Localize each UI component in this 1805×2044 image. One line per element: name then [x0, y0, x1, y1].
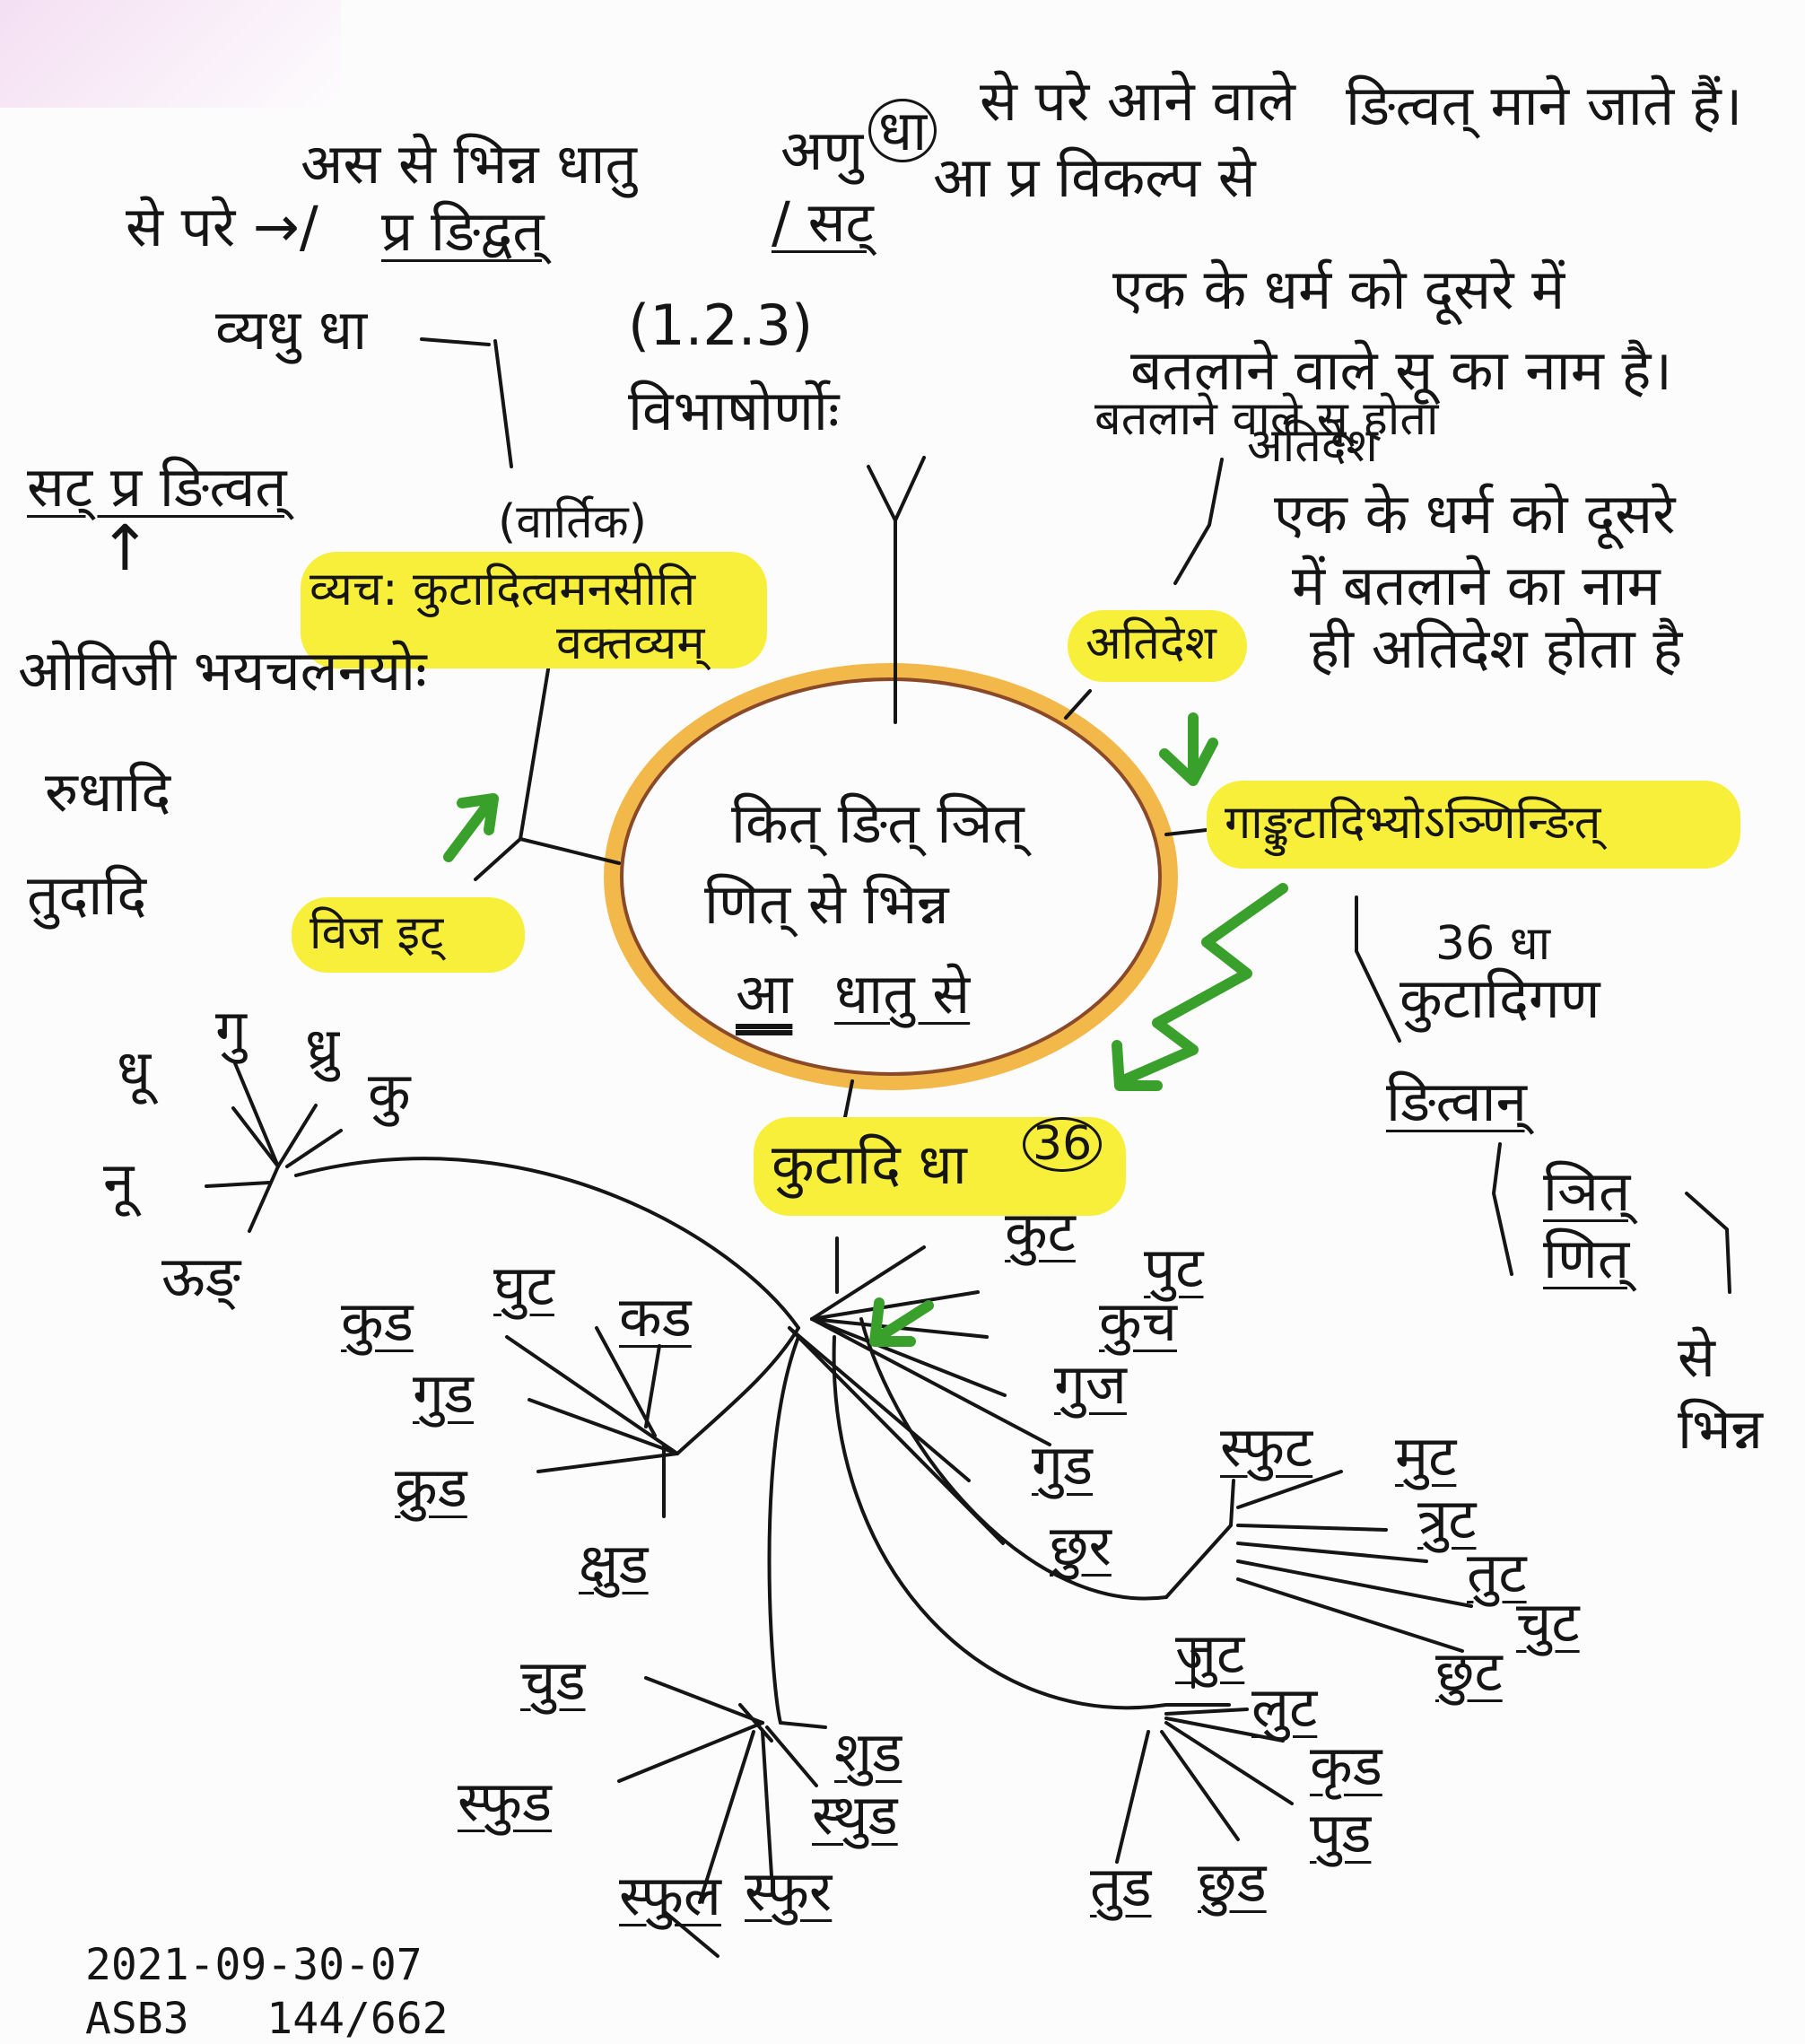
kutadi-count: 36 [1023, 1117, 1103, 1172]
right-count: 36 धा [1435, 917, 1551, 971]
top-left-line2: प्र ङिद्वत् [381, 198, 545, 264]
left-cluster-item: कु [368, 1060, 411, 1125]
green-arrow-up [443, 793, 499, 862]
dhatu-d: कृड [1310, 1733, 1382, 1798]
left-vij: विज इट् [310, 906, 444, 960]
green-arrow-left [869, 1297, 934, 1347]
dhatu-e: चुड [520, 1647, 586, 1713]
atidesh-top-line2: बतलाने वाले सू का नाम है। [1130, 337, 1672, 403]
dhatu-b: कुड [341, 1288, 414, 1354]
left-cluster-item: ऊङ् [161, 1244, 241, 1309]
top-right-line2-a: / सट् [772, 189, 874, 255]
center-line-1: कित् ङित् ञित् [731, 791, 1025, 856]
top-right-line1-b: से परे आने वाले [980, 68, 1295, 134]
sutra-ref-label: विभाषोर्णोः [628, 378, 840, 443]
dhatu-e: शुड [834, 1719, 902, 1785]
top-right-line2-b: आ प्र विकल्प से [933, 144, 1256, 210]
left-sat: सट् प्र ङित्वत् [27, 454, 287, 520]
right-nit: णित् [1543, 1226, 1630, 1291]
green-arrow-zigzag [1112, 883, 1288, 1091]
dhatu-a: गुड [1032, 1432, 1094, 1498]
right-down [1355, 895, 1401, 1043]
right-jit: ञित् [1543, 1158, 1631, 1224]
top-left-line1: अस से भिन्न धातु [301, 131, 637, 197]
dhatu-a: कुच [1099, 1288, 1177, 1354]
green-arrow-down [1159, 712, 1218, 786]
dhatu-d: लुट [1251, 1674, 1318, 1740]
sutra-ref-number: (1.2.3) [628, 293, 814, 358]
dhatu-b: क्रुड [395, 1454, 467, 1520]
atidesh-def-line3: ही अतिदेश होता है [1310, 616, 1683, 681]
dhatu-e: स्थुड [812, 1782, 898, 1847]
dhatu-c: मुट [1395, 1423, 1457, 1489]
atidesh-label: अतिदेश [1086, 616, 1216, 670]
dhatu-b: कड [619, 1284, 692, 1350]
dhatu-d: पुड [1310, 1800, 1372, 1865]
left-tudadi: तुदादि [27, 862, 147, 928]
center-line-3b: धातु से [834, 961, 971, 1026]
kutadi-label: कुटादि धा [772, 1131, 967, 1197]
branch-top [867, 465, 897, 724]
dhatu-a: छुर [1050, 1513, 1112, 1578]
right-bhinn: भिन्न [1678, 1396, 1763, 1462]
dhatu-b: क्षुड [579, 1531, 649, 1596]
left-cluster-item: ध्रु [305, 1015, 340, 1080]
dhatu-b: घुट [493, 1253, 554, 1318]
footer-date: 2021-09-30-07 [85, 1940, 423, 1990]
atidesh-top-label: अतिदेश [1247, 419, 1378, 473]
dhatu-c: चुट [1516, 1589, 1580, 1655]
left-rudhadi: रुधादि [45, 759, 171, 825]
dhatu-d: छुड [1198, 1849, 1267, 1915]
top-right-line1-c: ङित्वत् माने जाते हैं। [1346, 73, 1743, 138]
right-se: से [1678, 1324, 1715, 1390]
atidesh-def-line1: एक के धर्म को दूसरे [1274, 481, 1676, 546]
ngitvan-branch [1491, 1142, 1513, 1276]
atidesh-up [1173, 458, 1224, 585]
right-sutra: गाङ्कुटादिभ्योऽञ्णिन्ङित् [1225, 796, 1601, 850]
center-line-2: णित् से भिन्न [704, 871, 949, 937]
branch-vij [474, 837, 522, 881]
to-group-e [767, 1335, 800, 1725]
bracket [1685, 1192, 1731, 1294]
branch-left [519, 837, 621, 865]
branch-vyadh [493, 339, 513, 468]
atidesh-top-line1: एक के धर्म को दूसरे में [1112, 257, 1565, 322]
branch-top-fork [894, 456, 926, 522]
top-right-line1-num: धा [868, 99, 937, 163]
dhatu-e: स्फुल [619, 1863, 721, 1928]
dhatu-d: जुट [1175, 1620, 1245, 1686]
right-ngitvan: ङित्वान् [1386, 1069, 1527, 1134]
right-gana: कुटादिगण [1400, 965, 1600, 1031]
left-sutra: ओविजी भयचलनयोः [18, 638, 427, 703]
left-cluster-item: नू [103, 1149, 135, 1215]
dhatu-c: छुट [1435, 1638, 1503, 1704]
dhatu-a: गुज [1054, 1351, 1127, 1417]
to-group-b [676, 1326, 800, 1455]
footer-ref: ASB3 144/662 [85, 1994, 449, 2044]
dhatu-d: तुड [1090, 1854, 1152, 1919]
vyadh-dash [420, 337, 491, 346]
branch-atidesh [1064, 689, 1092, 720]
dhatu-c: स्फुट [1220, 1414, 1313, 1480]
dhatu-a: कुट [1005, 1199, 1076, 1264]
top-left-line3: से परे →/ [126, 194, 318, 259]
branch-vartika [519, 662, 551, 841]
atidesh-def-line2: में बतलाने का नाम [1292, 553, 1661, 618]
left-up-arrow: ↑ [99, 511, 152, 585]
branch-right [1164, 828, 1208, 836]
vartika-label: (वार्तिक) [498, 495, 647, 549]
dhatu-b: गुड [413, 1360, 475, 1426]
center-line-3a: आ [736, 961, 793, 1026]
dhatu-e: स्फुड [458, 1769, 553, 1834]
vartika-line2: वक्तव्यम् [556, 616, 705, 670]
vartika-line1: व्यच: कुटादित्वमनसीति [310, 563, 696, 616]
top-left-line4: व्यधु धा [215, 297, 368, 363]
left-cluster-item: गु [215, 997, 247, 1062]
top-right-line1-a: अणु [780, 118, 864, 183]
dhatu-e: स्फुर [745, 1858, 833, 1924]
left-cluster-item: धू [117, 1037, 152, 1103]
